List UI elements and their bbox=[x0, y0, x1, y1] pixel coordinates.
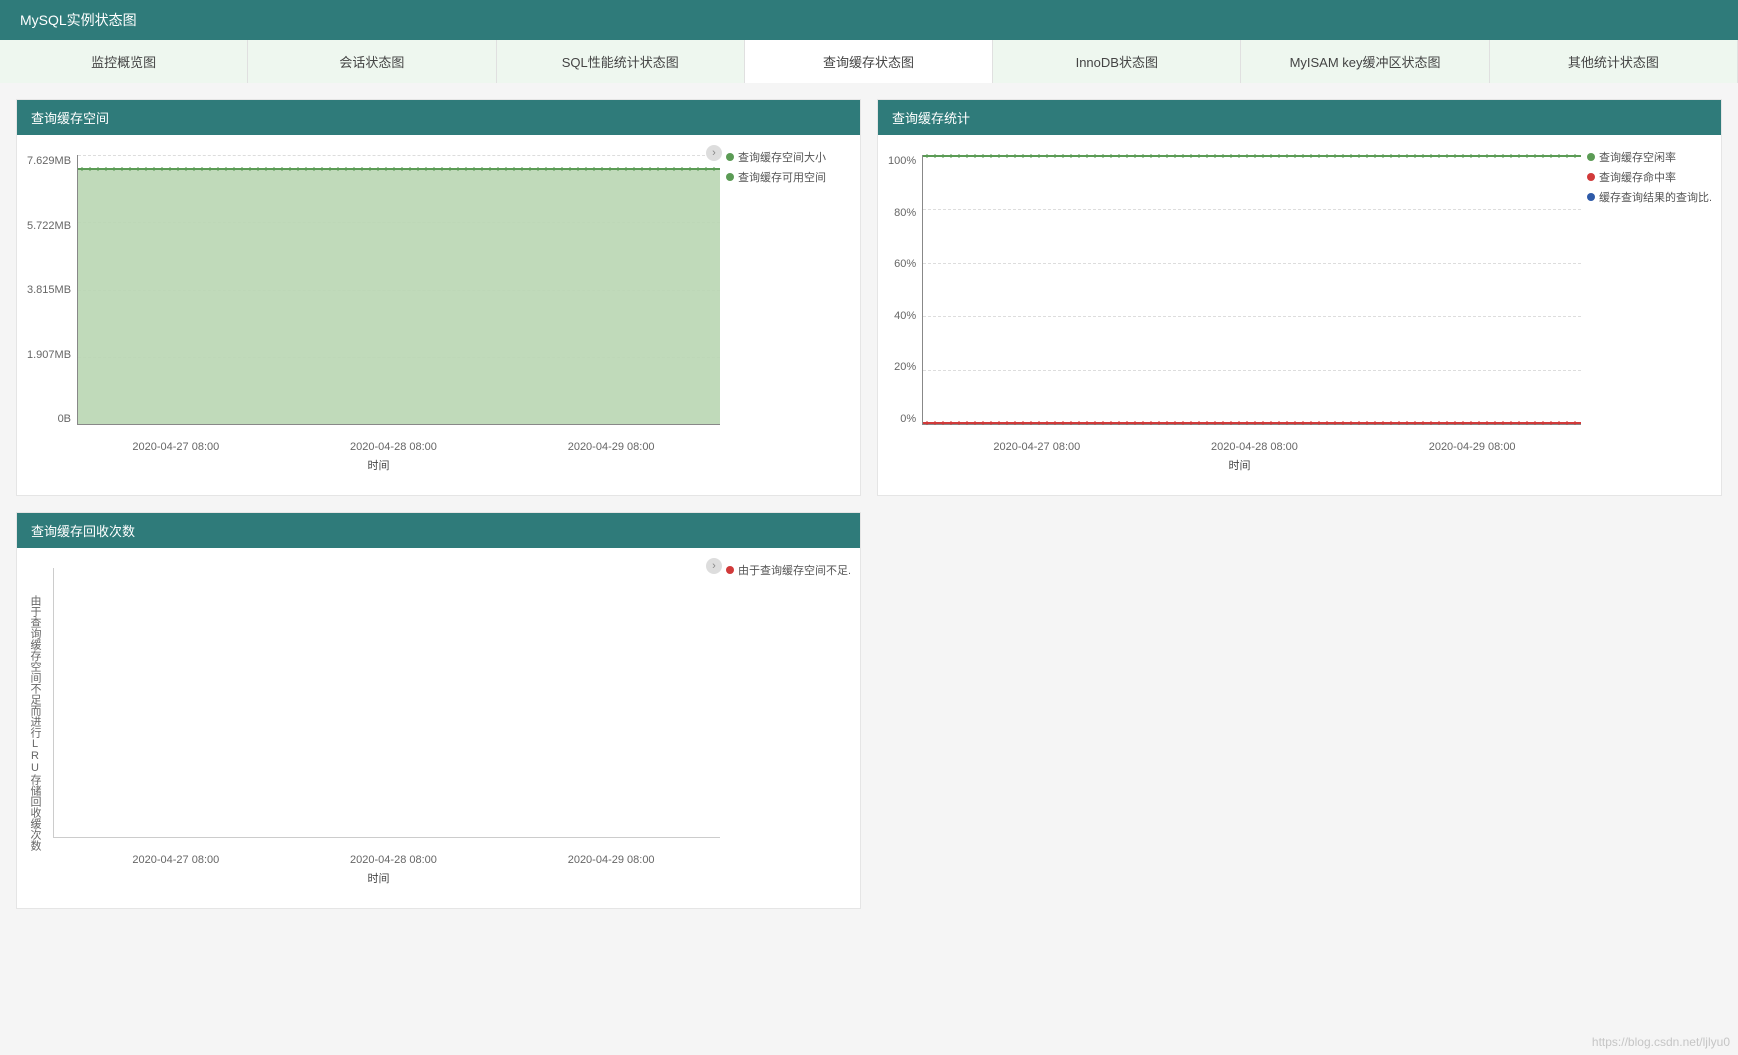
legend-item[interactable]: 查询缓存可用空间 bbox=[726, 169, 850, 185]
y-tick: 20% bbox=[894, 361, 916, 373]
plot-area bbox=[922, 155, 1581, 425]
x-tick: 2020-04-29 08:00 bbox=[1429, 441, 1516, 453]
y-axis: 100% 80% 60% 40% 20% 0% bbox=[888, 155, 922, 425]
legend: 由于查询缓存空间不足... bbox=[720, 558, 850, 888]
y-tick: 0% bbox=[900, 413, 916, 425]
chart-cache-recycle: 由于查询缓存空间不足而进行LRU存储回收缓次数 bbox=[27, 558, 720, 888]
legend-dot-icon bbox=[726, 566, 734, 574]
tab-overview[interactable]: 监控概览图 bbox=[0, 40, 248, 83]
x-axis-label: 时间 bbox=[878, 457, 1601, 473]
x-tick: 2020-04-28 08:00 bbox=[350, 441, 437, 453]
panel-cache-space: 查询缓存空间 › 7.629MB 5.722MB 3.815MB 1.907MB… bbox=[16, 99, 861, 496]
y-axis: 7.629MB 5.722MB 3.815MB 1.907MB 0B bbox=[27, 155, 77, 425]
tab-other[interactable]: 其他统计状态图 bbox=[1490, 40, 1738, 83]
legend-item[interactable]: 查询缓存空间大小 bbox=[726, 149, 850, 165]
y-tick: 100% bbox=[888, 155, 916, 167]
legend-label: 查询缓存空间大小 bbox=[738, 149, 826, 165]
panel-cache-stats: 查询缓存统计 100% 80% 60% 40% 20% 0% bbox=[877, 99, 1722, 496]
legend-label: 缓存查询结果的查询比... bbox=[1599, 189, 1711, 205]
x-tick: 2020-04-28 08:00 bbox=[1211, 441, 1298, 453]
panel-title: 查询缓存统计 bbox=[878, 100, 1721, 135]
chart-cache-stats: 100% 80% 60% 40% 20% 0% bbox=[888, 145, 1581, 475]
y-tick: 7.629MB bbox=[27, 155, 71, 167]
plot-area bbox=[77, 155, 720, 425]
chart-cache-space: 7.629MB 5.722MB 3.815MB 1.907MB 0B bbox=[27, 145, 720, 475]
x-tick: 2020-04-29 08:00 bbox=[568, 854, 655, 866]
y-tick: 0B bbox=[58, 413, 71, 425]
legend-item[interactable]: 查询缓存空闲率 bbox=[1587, 149, 1711, 165]
legend-item[interactable]: 由于查询缓存空间不足... bbox=[726, 562, 850, 578]
page-title: MySQL实例状态图 bbox=[0, 0, 1738, 40]
legend: 查询缓存空闲率 查询缓存命中率 缓存查询结果的查询比... bbox=[1581, 145, 1711, 475]
x-axis-label: 时间 bbox=[17, 457, 740, 473]
y-tick: 3.815MB bbox=[27, 284, 71, 296]
legend-dot-icon bbox=[1587, 193, 1595, 201]
x-tick: 2020-04-27 08:00 bbox=[993, 441, 1080, 453]
panel-cache-recycle: 查询缓存回收次数 › 由于查询缓存空间不足而进行LRU存储回收缓次数 由于查询缓… bbox=[16, 512, 861, 909]
panel-title: 查询缓存空间 bbox=[17, 100, 860, 135]
x-tick: 2020-04-27 08:00 bbox=[132, 441, 219, 453]
y-tick: 80% bbox=[894, 207, 916, 219]
y-axis-label: 由于查询缓存空间不足而进行LRU存储回收缓次数 bbox=[27, 595, 49, 851]
legend-dot-icon bbox=[726, 153, 734, 161]
legend-item[interactable]: 查询缓存命中率 bbox=[1587, 169, 1711, 185]
content-area: 查询缓存空间 › 7.629MB 5.722MB 3.815MB 1.907MB… bbox=[0, 83, 1738, 925]
watermark: https://blog.csdn.net/ljlyu0 bbox=[1592, 1035, 1730, 1049]
legend-dot-icon bbox=[726, 173, 734, 181]
legend-dot-icon bbox=[1587, 153, 1595, 161]
legend-label: 由于查询缓存空间不足... bbox=[738, 562, 850, 578]
plot-area bbox=[53, 568, 720, 838]
x-axis: 2020-04-27 08:00 2020-04-28 08:00 2020-0… bbox=[67, 854, 720, 866]
legend-dot-icon bbox=[1587, 173, 1595, 181]
legend-label: 查询缓存命中率 bbox=[1599, 169, 1676, 185]
legend-label: 查询缓存空闲率 bbox=[1599, 149, 1676, 165]
y-tick: 5.722MB bbox=[27, 220, 71, 232]
panel-title: 查询缓存回收次数 bbox=[17, 513, 860, 548]
tab-bar: 监控概览图 会话状态图 SQL性能统计状态图 查询缓存状态图 InnoDB状态图… bbox=[0, 40, 1738, 83]
x-tick: 2020-04-29 08:00 bbox=[568, 441, 655, 453]
tab-sql-perf[interactable]: SQL性能统计状态图 bbox=[497, 40, 745, 83]
legend: 查询缓存空间大小 查询缓存可用空间 bbox=[720, 145, 850, 475]
y-tick: 60% bbox=[894, 258, 916, 270]
tab-session[interactable]: 会话状态图 bbox=[248, 40, 496, 83]
y-tick: 1.907MB bbox=[27, 349, 71, 361]
legend-label: 查询缓存可用空间 bbox=[738, 169, 826, 185]
tab-myisam[interactable]: MyISAM key缓冲区状态图 bbox=[1241, 40, 1489, 83]
x-axis: 2020-04-27 08:00 2020-04-28 08:00 2020-0… bbox=[928, 441, 1581, 453]
tab-query-cache[interactable]: 查询缓存状态图 bbox=[745, 40, 993, 83]
x-axis-label: 时间 bbox=[17, 870, 740, 886]
y-tick: 40% bbox=[894, 310, 916, 322]
tab-innodb[interactable]: InnoDB状态图 bbox=[993, 40, 1241, 83]
x-tick: 2020-04-27 08:00 bbox=[132, 854, 219, 866]
legend-item[interactable]: 缓存查询结果的查询比... bbox=[1587, 189, 1711, 205]
x-axis: 2020-04-27 08:00 2020-04-28 08:00 2020-0… bbox=[67, 441, 720, 453]
x-tick: 2020-04-28 08:00 bbox=[350, 854, 437, 866]
